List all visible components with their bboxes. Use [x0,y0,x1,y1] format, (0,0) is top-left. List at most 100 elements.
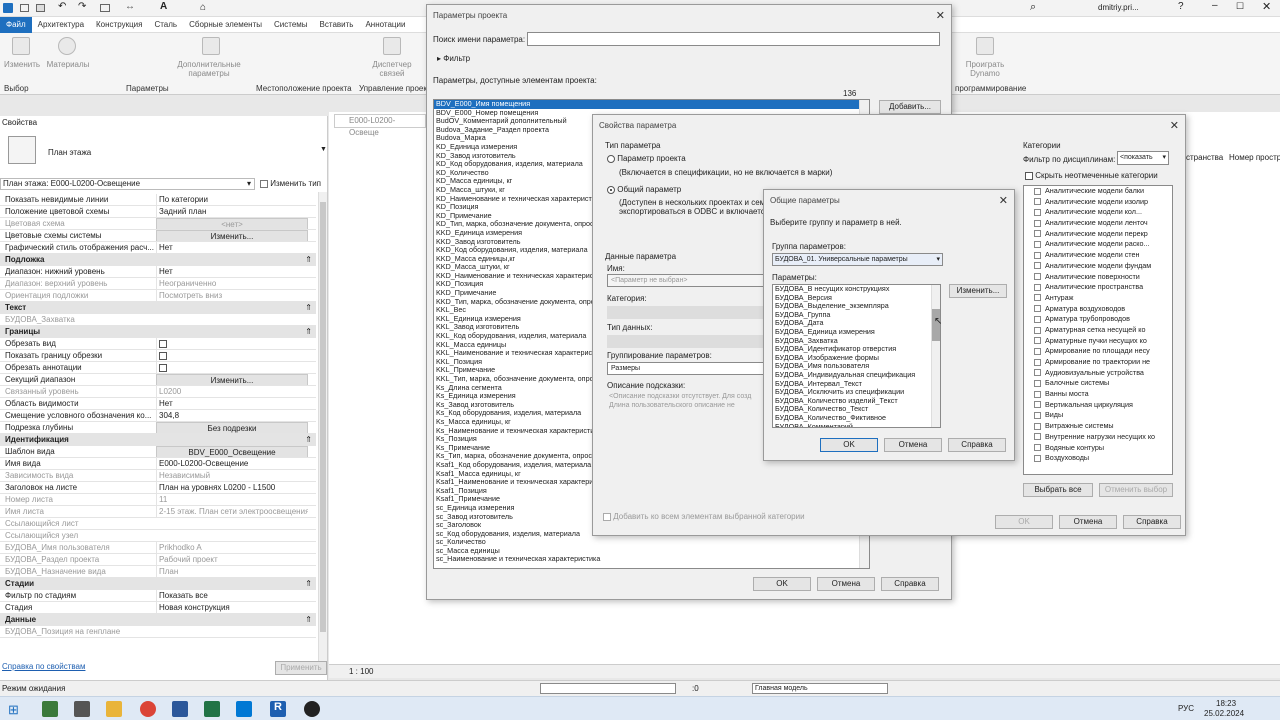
collapse-icon[interactable]: ⇑ [305,434,312,445]
property-row[interactable]: Положение цветовой схемы Задний план [0,206,316,218]
category-item[interactable]: Балочные системы [1034,378,1172,389]
tab-steel[interactable]: Сталь [148,20,183,29]
cancel-button[interactable]: Отмена [884,438,942,452]
checkbox-icon[interactable] [1034,347,1041,355]
wrench-icon[interactable] [202,37,220,55]
cancel-button[interactable]: Отмена [1059,515,1117,529]
checkbox-icon[interactable] [1034,262,1041,270]
group-select[interactable]: Размеры [607,362,767,375]
view-tab[interactable]: E000-L0200-Освеще [334,114,426,137]
parameter-list-item[interactable]: sc_Масса единицы [434,547,869,556]
add-all-checkbox[interactable]: Добавить ко всем элементам выбранной кат… [603,512,805,521]
edit-type-button[interactable]: Изменить тип [260,179,321,188]
help-button[interactable]: Справка [948,438,1006,452]
clock-date[interactable]: 25.02.2024 [1204,709,1244,718]
shared-parameter-item[interactable]: БУДОВА_Идентификатор отверстия [773,345,940,354]
select-panel[interactable]: Выбор [4,84,29,93]
view-scale[interactable]: 1 : 100 [349,667,373,676]
property-button[interactable]: Изменить... [156,374,308,385]
property-checkbox[interactable] [156,338,308,349]
category-item[interactable]: Внутренние нагрузки несущих ко [1034,432,1172,443]
category-item[interactable]: Аналитические модели кол... [1034,207,1172,218]
shared-parameter-item[interactable]: БУДОВА_Версия [773,294,940,303]
materials-icon[interactable] [58,37,76,55]
collapse-icon[interactable]: ⇑ [305,302,312,313]
shared-parameter-item[interactable]: БУДОВА_Имя пользователя [773,362,940,371]
cancel-button[interactable]: Отмена [817,577,875,591]
property-row[interactable]: Обрезать аннотации [0,362,316,374]
revit-icon[interactable]: R [270,701,286,717]
shared-parameter-item[interactable]: БУДОВА_Индивидуальная спецификация [773,371,940,380]
property-row[interactable]: Данные ⇑ [0,614,316,626]
property-row[interactable]: Показать невидимые линии По категории [0,194,316,206]
tab-annotate[interactable]: Аннотации [359,20,411,29]
category-item[interactable]: Аудиовизуальные устройства [1034,368,1172,379]
property-row[interactable]: Идентификация ⇑ [0,434,316,446]
shared-parameter-item[interactable]: БУДОВА_Дата [773,319,940,328]
checkbox-icon[interactable] [1034,401,1041,409]
checkbox-icon[interactable] [1034,241,1041,249]
group-select[interactable]: БУДОВА_01. Универсальные параметры ▾ [772,253,943,266]
type-name[interactable]: План этажа [48,148,91,157]
property-value[interactable]: По категории [156,194,308,205]
close-icon[interactable]: ✕ [1170,119,1179,132]
chrome-icon[interactable] [140,701,156,717]
property-row[interactable]: Шаблон вида BDV_E000_Освещение [0,446,316,458]
vscode-icon[interactable] [236,701,252,717]
shared-parameter-item[interactable]: БУДОВА_Изображение формы [773,354,940,363]
checkbox-icon[interactable] [1034,208,1041,216]
property-row[interactable]: Диапазон: нижний уровень Нет [0,266,316,278]
checkbox-icon[interactable] [1034,230,1041,238]
category-item[interactable]: Арматурная сетка несущей ко [1034,325,1172,336]
shared-parameter-item[interactable]: БУДОВА_Захватка [773,337,940,346]
property-row[interactable]: Диапазон: верхний уровень Неограниченно [0,278,316,290]
checkbox-icon[interactable] [1034,358,1041,366]
shared-parameter-item[interactable]: БУДОВА_Количество_Текст [773,405,940,414]
help-icon[interactable]: ? [1178,1,1184,12]
project-param-radio[interactable]: Параметр проекта [607,154,686,163]
category-item[interactable]: Армирование по траектории не [1034,357,1172,368]
collapse-icon[interactable]: ⇑ [305,578,312,589]
workset-select[interactable] [540,683,676,694]
checkbox-icon[interactable] [1034,433,1041,441]
shared-scrollbar[interactable] [931,285,940,427]
ok-button[interactable]: OK [820,438,878,452]
checkbox-icon[interactable] [1034,283,1041,291]
category-item[interactable]: Аналитические модели перекр [1034,229,1172,240]
tab-architecture[interactable]: Архитектура [32,20,90,29]
3d-view-icon[interactable]: ⌂ [200,2,206,13]
property-row[interactable]: Подложка ⇑ [0,254,316,266]
shared-parameter-item[interactable]: БУДОВА_Количество_Фиктивное [773,414,940,423]
shared-parameter-item[interactable]: БУДОВА_Выделение_экземпляра [773,302,940,311]
undo-icon[interactable]: ↶ [58,1,66,12]
category-item[interactable]: Ванны моста [1034,389,1172,400]
properties-scrollbar[interactable] [318,192,327,662]
instance-selector[interactable]: План этажа: E000-L0200-Освещение ▾ [0,178,255,190]
close-icon[interactable]: ✕ [1262,0,1271,13]
filter-toggle[interactable]: ▸ Фильтр [437,54,470,63]
category-item[interactable]: Аналитические пространства [1034,282,1172,293]
categories-tree[interactable]: Аналитические модели балки Аналитические … [1023,185,1173,475]
property-row[interactable]: Связанный уровень L0200 [0,386,316,398]
property-row[interactable]: Смещение условного обозначения ко... 304,… [0,410,316,422]
links-icon[interactable] [383,37,401,55]
shared-parameters-list[interactable]: БУДОВА_В несущих конструкциях БУДОВА_Верс… [772,284,941,428]
open-icon[interactable] [20,4,29,12]
category-item[interactable]: Арматура воздуховодов [1034,304,1172,315]
checkbox-icon[interactable] [1034,412,1041,420]
category-item[interactable]: Вертикальная циркуляция [1034,400,1172,411]
property-row[interactable]: Обрезать вид [0,338,316,350]
property-row[interactable]: Заголовок на листе План на уровнях L0200 … [0,482,316,494]
property-row[interactable]: Цветовая схема <нет> [0,218,316,230]
windows-start-icon[interactable]: ⊞ [8,702,19,718]
properties-help-link[interactable]: Справка по свойствам [2,662,85,671]
select-all-button[interactable]: Выбрать все [1023,483,1093,497]
clock-time[interactable]: 18:23 [1216,699,1236,708]
category-item[interactable]: Арматура трубопроводов [1034,314,1172,325]
word-icon[interactable] [172,701,188,717]
category-item[interactable]: Армирование по площади несу [1034,346,1172,357]
ok-button[interactable]: OK [995,515,1053,529]
checkbox-icon[interactable] [159,351,167,360]
property-row[interactable]: Фильтр по стадиям Показать все [0,590,316,602]
close-icon[interactable]: ✕ [936,9,945,22]
